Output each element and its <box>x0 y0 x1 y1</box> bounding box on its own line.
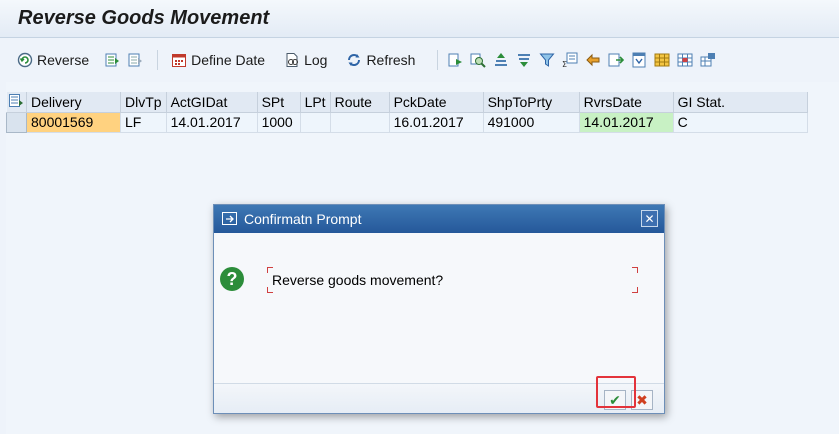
cell-lpt[interactable] <box>300 112 331 133</box>
deselect-all-icon[interactable] <box>126 51 144 69</box>
select-all-icon[interactable] <box>103 51 121 69</box>
find-icon[interactable] <box>469 51 487 69</box>
cell-dlvtp[interactable]: LF <box>120 112 167 133</box>
reverse-label: Reverse <box>37 52 90 68</box>
svg-text:Σ: Σ <box>562 60 567 68</box>
table-header-row: Delivery DlvTp ActGIDat SPt LPt Route Pc… <box>6 92 808 113</box>
define-date-button[interactable]: Define Date <box>166 47 269 73</box>
confirm-highlight-frame <box>596 376 636 408</box>
save-layout-icon[interactable] <box>699 51 717 69</box>
cell-delivery[interactable]: 80001569 <box>26 112 121 133</box>
total-icon[interactable]: Σ <box>561 51 579 69</box>
sort-descending-icon[interactable] <box>515 51 533 69</box>
filter-icon[interactable] <box>538 51 556 69</box>
question-icon: ? <box>220 267 244 291</box>
column-header-rvrsdate[interactable]: RvrsDate <box>579 92 674 113</box>
column-header-actgidat[interactable]: ActGIDat <box>166 92 258 113</box>
row-selector[interactable] <box>6 111 27 133</box>
cell-gi-stat[interactable]: C <box>673 112 808 133</box>
prompt-window-icon <box>222 212 238 226</box>
confirmation-dialog: Confirmatn Prompt ✕ ? Reverse goods move… <box>213 204 665 414</box>
close-icon: ✕ <box>644 211 655 226</box>
page-title: Reverse Goods Movement <box>18 7 270 29</box>
column-header-spt[interactable]: SPt <box>257 92 301 113</box>
dialog-close-button[interactable]: ✕ <box>641 210 658 227</box>
choose-layout-icon[interactable] <box>676 51 694 69</box>
print-preview-icon[interactable] <box>630 51 648 69</box>
column-header-delivery[interactable]: Delivery <box>26 92 121 113</box>
log-label: Log <box>304 52 328 68</box>
column-header-shptoprty[interactable]: ShpToPrty <box>483 92 580 113</box>
column-header-dlvtp[interactable]: DlvTp <box>120 92 167 113</box>
cell-shptoprty[interactable]: 491000 <box>483 112 580 133</box>
cell-rvrsdate[interactable]: 14.01.2017 <box>579 112 674 133</box>
focus-bracket <box>632 267 638 273</box>
refresh-icon <box>345 51 363 69</box>
select-all-column[interactable] <box>6 92 27 113</box>
cell-pckdate[interactable]: 16.01.2017 <box>389 112 484 133</box>
cell-actgidat[interactable]: 14.01.2017 <box>166 112 258 133</box>
reverse-icon <box>16 51 34 69</box>
column-header-lpt[interactable]: LPt <box>300 92 331 113</box>
export-icon[interactable] <box>607 51 625 69</box>
column-header-route[interactable]: Route <box>330 92 390 113</box>
column-select-icon <box>8 93 23 110</box>
define-date-label: Define Date <box>191 52 266 68</box>
toolbar-separator <box>437 50 439 70</box>
layout-grid-icon[interactable] <box>653 51 671 69</box>
reverse-button[interactable]: Reverse <box>12 47 93 73</box>
cell-spt[interactable]: 1000 <box>257 112 301 133</box>
dialog-title: Confirmatn Prompt <box>244 211 362 227</box>
calendar-icon <box>170 51 188 69</box>
log-icon <box>283 51 301 69</box>
title-bar: Reverse Goods Movement <box>0 0 839 38</box>
subtotal-icon[interactable] <box>584 51 602 69</box>
refresh-label: Refresh <box>366 52 416 68</box>
log-button[interactable]: Log <box>279 47 331 73</box>
dialog-body: ? Reverse goods movement? <box>214 233 664 383</box>
table-row[interactable]: 80001569 LF 14.01.2017 1000 16.01.2017 4… <box>6 111 808 133</box>
refresh-button[interactable]: Refresh <box>341 47 419 73</box>
toolbar-separator <box>157 50 159 70</box>
cell-route[interactable] <box>330 112 390 133</box>
delivery-table: Delivery DlvTp ActGIDat SPt LPt Route Pc… <box>6 92 808 133</box>
focus-bracket <box>632 287 638 293</box>
dialog-title-bar[interactable]: Confirmatn Prompt ✕ <box>214 205 664 233</box>
details-icon[interactable] <box>446 51 464 69</box>
sort-ascending-icon[interactable] <box>492 51 510 69</box>
dialog-message: Reverse goods movement? <box>272 272 444 288</box>
application-toolbar: Reverse Define Date Log Refresh Σ <box>0 38 839 82</box>
column-header-pckdate[interactable]: PckDate <box>389 92 484 113</box>
cancel-icon: ✖ <box>636 391 648 408</box>
column-header-gi-stat[interactable]: GI Stat. <box>673 92 808 113</box>
